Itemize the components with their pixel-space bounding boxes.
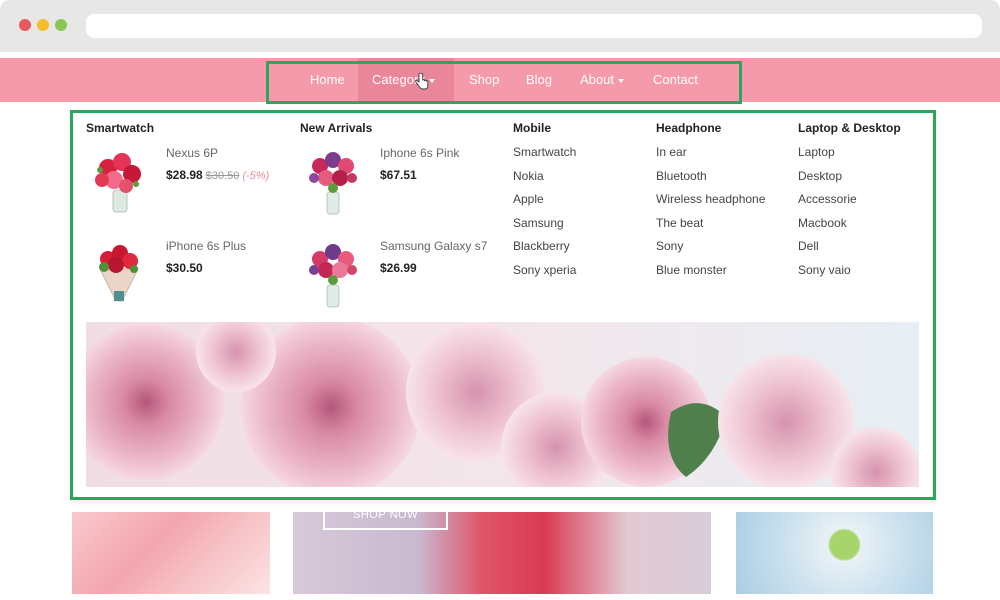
roses-illustration <box>86 322 919 487</box>
column-title-smartwatch: Smartwatch <box>86 121 155 135</box>
menu-link-dell[interactable]: Dell <box>798 239 819 253</box>
product-old-price: $30.50 <box>205 170 240 182</box>
column-title-headphone: Headphone <box>656 121 722 135</box>
menu-link-sony[interactable]: Sony <box>656 239 683 253</box>
hand-cursor-icon <box>415 73 429 90</box>
page-image-right <box>736 512 933 594</box>
maximize-window-dot[interactable] <box>55 19 67 31</box>
product-card[interactable]: Nexus 6P $28.98 $30.50 (-5%) <box>86 146 286 218</box>
product-card[interactable]: Iphone 6s Pink $67.51 <box>300 146 500 218</box>
column-title-mobile: Mobile <box>513 121 551 135</box>
product-price: $30.50 <box>166 261 203 275</box>
menu-link-blackberry[interactable]: Blackberry <box>513 239 570 253</box>
menu-link-apple[interactable]: Apple <box>513 192 544 206</box>
product-thumbnail-bouquet <box>309 244 357 308</box>
product-current-price: $28.98 <box>166 168 203 182</box>
category-mega-menu: Smartwatch Nexus 6P $28.98 $30.50 (-5%) iP… <box>70 110 936 500</box>
menu-link-desktop[interactable]: Desktop <box>798 169 842 183</box>
menu-link-samsung[interactable]: Samsung <box>513 216 564 230</box>
menu-link-sony-xperia[interactable]: Sony xperia <box>513 263 576 277</box>
product-name[interactable]: Iphone 6s Pink <box>380 146 459 160</box>
menu-link-nokia[interactable]: Nokia <box>513 169 544 183</box>
product-thumbnail-bouquet <box>309 152 357 215</box>
address-bar[interactable] <box>86 14 982 38</box>
navbar-highlight-box <box>266 61 742 104</box>
page-image-left <box>72 512 270 594</box>
shop-now-button[interactable]: SHOP NOW <box>323 510 448 530</box>
menu-link-macbook[interactable]: Macbook <box>798 216 847 230</box>
roses-banner-image[interactable] <box>86 322 919 487</box>
menu-link-smartwatch[interactable]: Smartwatch <box>513 145 576 159</box>
minimize-window-dot[interactable] <box>37 19 49 31</box>
product-price: $28.98 $30.50 (-5%) <box>166 168 269 182</box>
menu-link-bluetooth[interactable]: Bluetooth <box>656 169 707 183</box>
product-name[interactable]: Samsung Galaxy s7 <box>380 239 487 253</box>
menu-link-the-beat[interactable]: The beat <box>656 216 703 230</box>
product-discount: (-5%) <box>242 170 270 182</box>
menu-link-sony-vaio[interactable]: Sony vaio <box>798 263 851 277</box>
browser-window: Home Category Shop Blog About Contact SH… <box>0 0 1000 600</box>
product-thumbnail-bouquet <box>95 153 141 213</box>
menu-link-blue-monster[interactable]: Blue monster <box>656 263 727 277</box>
product-card[interactable]: Samsung Galaxy s7 $26.99 <box>300 239 500 311</box>
product-name[interactable]: Nexus 6P <box>166 146 218 160</box>
close-window-dot[interactable] <box>19 19 31 31</box>
product-price: $26.99 <box>380 261 417 275</box>
product-thumbnail-bouquet <box>99 245 139 302</box>
column-title-laptop-desktop: Laptop & Desktop <box>798 121 901 135</box>
menu-link-laptop[interactable]: Laptop <box>798 145 835 159</box>
product-name[interactable]: iPhone 6s Plus <box>166 239 246 253</box>
column-title-new-arrivals: New Arrivals <box>300 121 373 135</box>
product-card[interactable]: iPhone 6s Plus $30.50 <box>86 239 286 311</box>
browser-chrome <box>0 0 1000 52</box>
menu-link-in-ear[interactable]: In ear <box>656 145 687 159</box>
menu-link-wireless-headphone[interactable]: Wireless headphone <box>656 192 765 206</box>
product-price: $67.51 <box>380 168 417 182</box>
menu-link-accessorie[interactable]: Accessorie <box>798 192 857 206</box>
